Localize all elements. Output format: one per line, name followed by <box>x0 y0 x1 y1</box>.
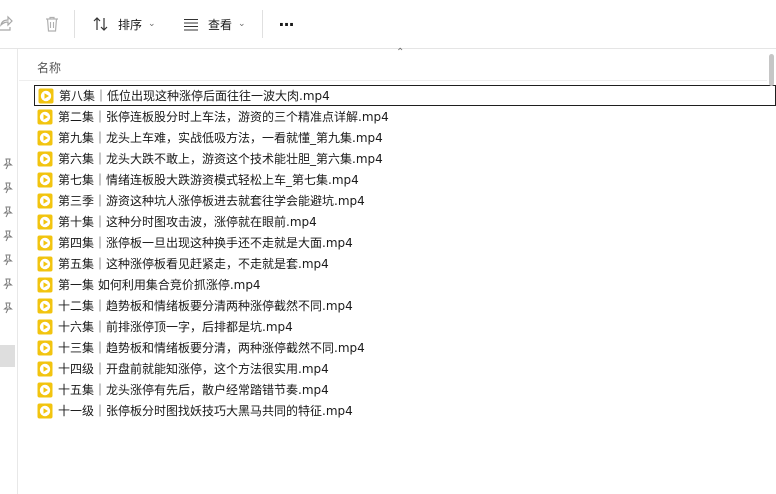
file-name: 第四集｜涨停板一旦出现这种换手还不走就是大面.mp4 <box>58 236 353 250</box>
file-name: 第一集 如何利用集合竞价抓涨停.mp4 <box>58 278 261 292</box>
file-row[interactable]: 第三季｜游资这种坑人涨停板进去就套往学会能避坑.mp4 <box>34 190 776 211</box>
video-file-icon <box>37 256 53 271</box>
video-file-icon <box>37 151 53 166</box>
chevron-down-icon: ⌄ <box>238 19 246 29</box>
trash-icon <box>46 16 58 32</box>
pin-icon[interactable] <box>2 254 14 266</box>
file-row[interactable]: 十二集｜趋势板和情绪板要分清两种涨停截然不同.mp4 <box>34 295 776 316</box>
file-row[interactable]: 十四级｜开盘前就能知涨停，这个方法很实用.mp4 <box>34 358 776 379</box>
command-bar: 排序 ⌄ 查看 ⌄ ··· <box>0 0 776 49</box>
video-file-icon <box>37 193 53 208</box>
video-file-icon <box>37 130 53 145</box>
pin-icon[interactable] <box>2 182 14 194</box>
view-list-icon <box>184 18 198 31</box>
file-row[interactable]: 十三集｜趋势板和情绪板要分清，两种涨停截然不同.mp4 <box>34 337 776 358</box>
nav-selected-item[interactable] <box>0 345 15 367</box>
pin-icon[interactable] <box>2 230 14 242</box>
view-label: 查看 <box>208 17 233 32</box>
more-options-button[interactable]: ··· <box>274 8 298 40</box>
file-row[interactable]: 第八集｜低位出现这种涨停后面往往一波大肉.mp4 <box>34 85 776 106</box>
toolbar-separator <box>262 10 263 38</box>
column-header-name[interactable]: 名称 <box>37 59 61 76</box>
file-name: 第八集｜低位出现这种涨停后面往往一波大肉.mp4 <box>59 89 330 103</box>
toolbar-separator <box>74 10 75 38</box>
file-row[interactable]: 十六集｜前排涨停顶一字，后排都是坑.mp4 <box>34 316 776 337</box>
pin-icon[interactable] <box>2 302 14 314</box>
video-file-icon <box>37 298 53 313</box>
video-file-icon <box>37 361 53 376</box>
file-name: 第六集｜龙头大跌不敢上，游资这个技术能壮胆_第六集.mp4 <box>58 152 383 166</box>
sort-icon <box>93 17 108 31</box>
column-header: 名称 <box>19 54 767 81</box>
navigation-pane <box>0 49 18 494</box>
video-file-icon <box>37 109 53 124</box>
file-row[interactable]: 十五集｜龙头涨停有先后，散户经常踏错节奏.mp4 <box>34 379 776 400</box>
file-name: 十四级｜开盘前就能知涨停，这个方法很实用.mp4 <box>58 362 329 376</box>
file-name: 十五集｜龙头涨停有先后，散户经常踏错节奏.mp4 <box>58 383 329 397</box>
view-button[interactable]: 查看 ⌄ <box>182 8 252 40</box>
file-row[interactable]: 第四集｜涨停板一旦出现这种换手还不走就是大面.mp4 <box>34 232 776 253</box>
share-icon <box>0 15 13 31</box>
video-file-icon <box>37 382 53 397</box>
file-explorer-window: 排序 ⌄ 查看 ⌄ ··· ⌃ 名称 第八集｜低位出现这种涨停后面往往一波大肉.… <box>0 0 776 494</box>
chevron-down-icon: ⌄ <box>148 19 156 29</box>
share-button[interactable] <box>0 8 14 40</box>
file-name: 十一级｜张停板分时图找妖技巧大黑马共同的特征.mp4 <box>58 404 353 418</box>
file-row[interactable]: 第六集｜龙头大跌不敢上，游资这个技术能壮胆_第六集.mp4 <box>34 148 776 169</box>
file-row[interactable]: 第九集｜龙头上车难，实战低吸方法，一看就懂_第九集.mp4 <box>34 127 776 148</box>
file-name: 第五集｜这种涨停板看见赶紧走，不走就是套.mp4 <box>58 257 329 271</box>
video-file-icon <box>37 340 53 355</box>
video-file-icon <box>37 235 53 250</box>
sort-label: 排序 <box>118 17 143 32</box>
vertical-scrollbar[interactable] <box>767 54 776 494</box>
video-file-icon <box>37 172 53 187</box>
video-file-icon <box>37 319 53 334</box>
delete-button[interactable] <box>41 8 63 40</box>
file-name: 十三集｜趋势板和情绪板要分清，两种涨停截然不同.mp4 <box>58 341 365 355</box>
file-name: 十六集｜前排涨停顶一字，后排都是坑.mp4 <box>58 320 293 334</box>
file-list: 第八集｜低位出现这种涨停后面往往一波大肉.mp4 第二集｜张停连板股分时上车法，游… <box>34 85 776 421</box>
video-file-icon <box>37 277 53 292</box>
file-name: 第七集｜情绪连板股大跌游资模式轻松上车_第七集.mp4 <box>58 173 359 187</box>
file-row[interactable]: 十一级｜张停板分时图找妖技巧大黑马共同的特征.mp4 <box>34 400 776 421</box>
file-name: 十二集｜趋势板和情绪板要分清两种涨停截然不同.mp4 <box>58 299 353 313</box>
file-row[interactable]: 第二集｜张停连板股分时上车法，游资的三个精准点详解.mp4 <box>34 106 776 127</box>
scrollbar-thumb[interactable] <box>769 54 774 86</box>
file-row[interactable]: 第一集 如何利用集合竞价抓涨停.mp4 <box>34 274 776 295</box>
file-row[interactable]: 第七集｜情绪连板股大跌游资模式轻松上车_第七集.mp4 <box>34 169 776 190</box>
video-file-icon <box>37 403 53 418</box>
file-name: 第二集｜张停连板股分时上车法，游资的三个精准点详解.mp4 <box>58 110 389 124</box>
file-name: 第十集｜这种分时图攻击波，涨停就在眼前.mp4 <box>58 215 317 229</box>
file-name: 第三季｜游资这种坑人涨停板进去就套往学会能避坑.mp4 <box>58 194 365 208</box>
sort-button[interactable]: 排序 ⌄ <box>92 8 162 40</box>
file-name: 第九集｜龙头上车难，实战低吸方法，一看就懂_第九集.mp4 <box>58 131 383 145</box>
video-file-icon <box>37 214 53 229</box>
more-icon: ··· <box>278 14 294 34</box>
pin-icon[interactable] <box>2 158 14 170</box>
file-row[interactable]: 第五集｜这种涨停板看见赶紧走，不走就是套.mp4 <box>34 253 776 274</box>
file-row[interactable]: 第十集｜这种分时图攻击波，涨停就在眼前.mp4 <box>34 211 776 232</box>
pin-icon[interactable] <box>2 278 14 290</box>
video-file-icon <box>38 88 54 103</box>
pin-icon[interactable] <box>2 206 14 218</box>
